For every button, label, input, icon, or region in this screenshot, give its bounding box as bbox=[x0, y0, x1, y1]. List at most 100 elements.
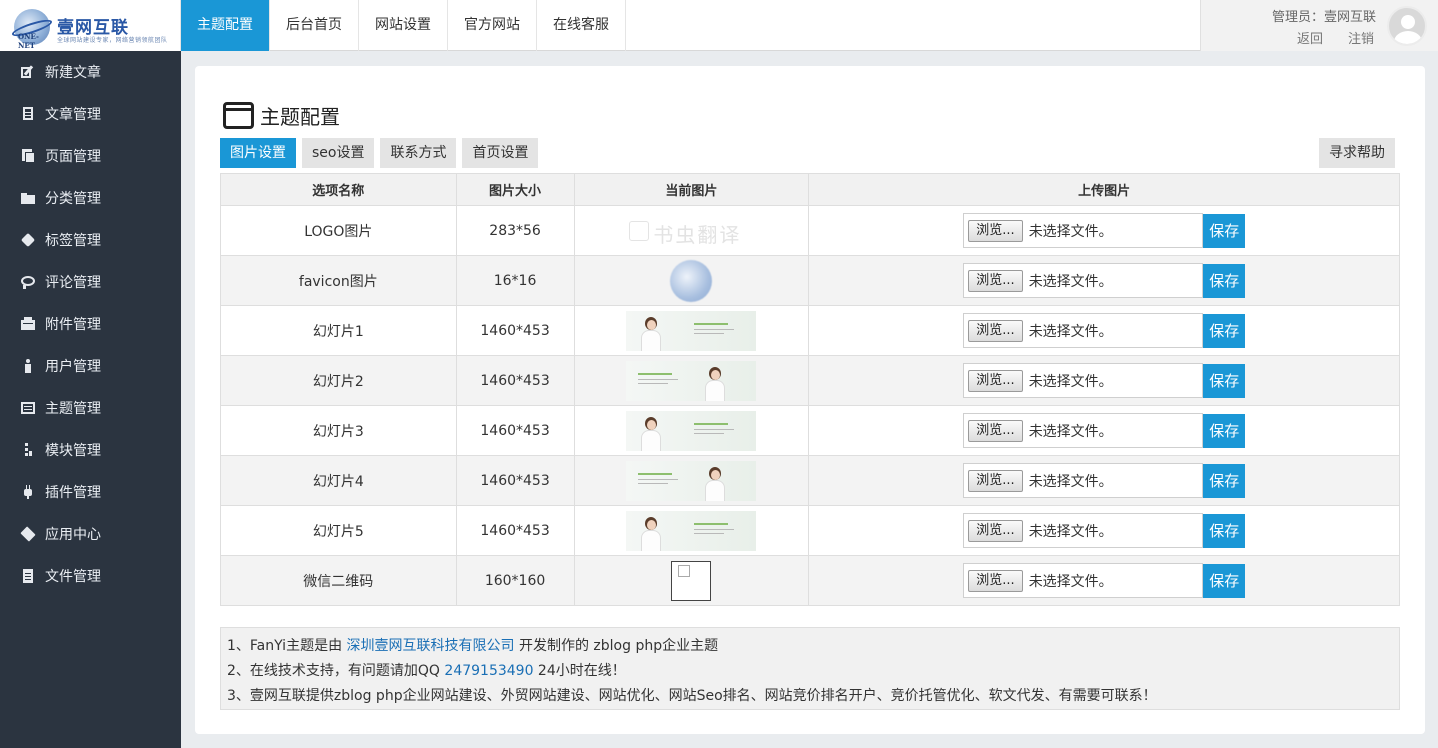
upload-control: 浏览... 未选择文件。 保存 bbox=[809, 463, 1399, 498]
browse-button[interactable]: 浏览... bbox=[968, 219, 1023, 242]
browse-button[interactable]: 浏览... bbox=[968, 269, 1023, 292]
file-status: 未选择文件。 bbox=[1028, 273, 1113, 290]
table-row: 幻灯片4 1460*453 浏览... 未选择文件。 保存 bbox=[220, 455, 1400, 506]
save-button[interactable]: 保存 bbox=[1203, 563, 1246, 598]
file-input[interactable]: 浏览... 未选择文件。 bbox=[963, 363, 1204, 398]
current-image-cell bbox=[573, 405, 810, 456]
browse-button[interactable]: 浏览... bbox=[968, 419, 1023, 442]
upload-control: 浏览... 未选择文件。 保存 bbox=[809, 513, 1399, 548]
nav-theme-config[interactable]: 主题配置 bbox=[181, 0, 270, 51]
upload-cell: 浏览... 未选择文件。 保存 bbox=[808, 205, 1400, 256]
sidebar-item-label: 插件管理 bbox=[45, 485, 101, 501]
column-header: 图片大小 bbox=[455, 173, 575, 206]
sidebar-item-users[interactable]: 用户管理 bbox=[0, 345, 181, 387]
sidebar-item-tags[interactable]: 标签管理 bbox=[0, 219, 181, 261]
module-icon bbox=[21, 443, 35, 457]
save-button[interactable]: 保存 bbox=[1203, 313, 1246, 348]
plugin-icon bbox=[21, 485, 35, 499]
browse-button[interactable]: 浏览... bbox=[968, 369, 1023, 392]
logo-watermark: 书虫翻译 bbox=[653, 222, 742, 247]
table-row: 幻灯片1 1460*453 浏览... 未选择文件。 保存 bbox=[220, 305, 1400, 356]
folder-icon bbox=[21, 191, 35, 205]
tag-icon bbox=[20, 232, 36, 248]
file-input[interactable]: 浏览... 未选择文件。 bbox=[963, 413, 1204, 448]
nav-site-settings[interactable]: 网站设置 bbox=[359, 0, 448, 51]
sidebar-item-modules[interactable]: 模块管理 bbox=[0, 429, 181, 471]
save-button[interactable]: 保存 bbox=[1203, 263, 1246, 298]
note-text: 2、在线技术支持，有问题请加QQ bbox=[227, 663, 445, 679]
document-icon bbox=[21, 107, 35, 121]
back-link[interactable]: 返回 bbox=[1297, 28, 1323, 47]
file-input[interactable]: 浏览... 未选择文件。 bbox=[963, 213, 1204, 248]
upload-cell: 浏览... 未选择文件。 保存 bbox=[808, 355, 1400, 406]
table-row: 幻灯片2 1460*453 浏览... 未选择文件。 保存 bbox=[220, 355, 1400, 406]
logo[interactable]: ONE-NET 壹网互联 全球网站建设专家，网络营销领航团队 bbox=[0, 0, 181, 51]
browse-button[interactable]: 浏览... bbox=[968, 469, 1023, 492]
file-input[interactable]: 浏览... 未选择文件。 bbox=[963, 263, 1204, 298]
sidebar-item-categories[interactable]: 分类管理 bbox=[0, 177, 181, 219]
tab-contact[interactable]: 联系方式 bbox=[380, 138, 457, 168]
save-button[interactable]: 保存 bbox=[1203, 463, 1246, 498]
browse-button[interactable]: 浏览... bbox=[968, 569, 1023, 592]
tab-home-settings[interactable]: 首页设置 bbox=[462, 138, 539, 168]
save-button[interactable]: 保存 bbox=[1203, 413, 1246, 448]
table-row: favicon图片 16*16 浏览... 未选择文件。 保存 bbox=[220, 255, 1400, 306]
nav-dashboard[interactable]: 后台首页 bbox=[270, 0, 359, 51]
tab-image-settings[interactable]: 图片设置 bbox=[220, 138, 296, 168]
column-header: 上传图片 bbox=[808, 173, 1400, 206]
table-row: 微信二维码 160*160 浏览... 未选择文件。 保存 bbox=[220, 555, 1400, 606]
note-line: 2、在线技术支持，有问题请加QQ 2479153490 24小时在线！ bbox=[227, 659, 1399, 684]
file-input[interactable]: 浏览... 未选择文件。 bbox=[963, 313, 1204, 348]
save-button[interactable]: 保存 bbox=[1203, 213, 1246, 248]
image-size-cell: 1460*453 bbox=[455, 455, 575, 506]
avatar[interactable] bbox=[1387, 6, 1427, 46]
upload-control: 浏览... 未选择文件。 保存 bbox=[809, 563, 1399, 598]
nav-online-support[interactable]: 在线客服 bbox=[537, 0, 626, 51]
qq-link[interactable]: 2479153490 bbox=[444, 663, 533, 679]
sidebar-item-files[interactable]: 文件管理 bbox=[0, 555, 181, 597]
logout-link[interactable]: 注销 bbox=[1348, 28, 1374, 47]
option-name-cell: 幻灯片3 bbox=[220, 405, 457, 456]
browse-button[interactable]: 浏览... bbox=[968, 519, 1023, 542]
current-image-cell bbox=[573, 555, 810, 606]
file-status: 未选择文件。 bbox=[1028, 373, 1113, 390]
broken-image-icon bbox=[678, 564, 691, 577]
file-input[interactable]: 浏览... 未选择文件。 bbox=[963, 513, 1204, 548]
sidebar-item-themes[interactable]: 主题管理 bbox=[0, 387, 181, 429]
upload-cell: 浏览... 未选择文件。 保存 bbox=[808, 255, 1400, 306]
sidebar-item-articles[interactable]: 文章管理 bbox=[0, 93, 181, 135]
option-name-cell: 幻灯片5 bbox=[220, 505, 457, 556]
sidebar-item-plugins[interactable]: 插件管理 bbox=[0, 471, 181, 513]
table-row: 幻灯片3 1460*453 浏览... 未选择文件。 保存 bbox=[220, 405, 1400, 456]
upload-cell: 浏览... 未选择文件。 保存 bbox=[808, 305, 1400, 356]
save-button[interactable]: 保存 bbox=[1203, 513, 1246, 548]
favicon-thumbnail bbox=[670, 259, 713, 302]
sidebar-item-attachments[interactable]: 附件管理 bbox=[0, 303, 181, 345]
help-button[interactable]: 寻求帮助 bbox=[1319, 138, 1395, 168]
tab-seo-settings[interactable]: seo设置 bbox=[302, 138, 375, 168]
file-status: 未选择文件。 bbox=[1028, 323, 1113, 340]
sidebar-item-new-article[interactable]: 新建文章 bbox=[0, 51, 181, 93]
image-size-cell: 16*16 bbox=[455, 255, 575, 306]
sidebar-item-label: 分类管理 bbox=[45, 191, 101, 207]
sidebar-item-pages[interactable]: 页面管理 bbox=[0, 135, 181, 177]
file-input[interactable]: 浏览... 未选择文件。 bbox=[963, 463, 1204, 498]
sidebar-item-app-center[interactable]: 应用中心 bbox=[0, 513, 181, 555]
user-icon bbox=[21, 359, 35, 373]
option-name-cell: LOGO图片 bbox=[220, 205, 457, 256]
logo-subtitle: 全球网站建设专家，网络营销领航团队 bbox=[57, 37, 168, 44]
window-icon bbox=[223, 102, 254, 129]
upload-cell: 浏览... 未选择文件。 保存 bbox=[808, 555, 1400, 606]
app-icon bbox=[20, 526, 36, 542]
browse-button[interactable]: 浏览... bbox=[968, 319, 1023, 342]
current-image-cell bbox=[573, 255, 810, 306]
company-link[interactable]: 深圳壹网互联科技有限公司 bbox=[347, 638, 515, 654]
note-line: 3、壹网互联提供zblog php企业网站建设、外贸网站建设、网站优化、网站Se… bbox=[227, 688, 1157, 704]
save-button[interactable]: 保存 bbox=[1203, 363, 1246, 398]
sidebar-item-comments[interactable]: 评论管理 bbox=[0, 261, 181, 303]
edit-icon bbox=[21, 65, 35, 79]
upload-cell: 浏览... 未选择文件。 保存 bbox=[808, 505, 1400, 556]
current-image-cell bbox=[573, 455, 810, 506]
file-input[interactable]: 浏览... 未选择文件。 bbox=[963, 563, 1204, 598]
nav-official-site[interactable]: 官方网站 bbox=[448, 0, 537, 51]
